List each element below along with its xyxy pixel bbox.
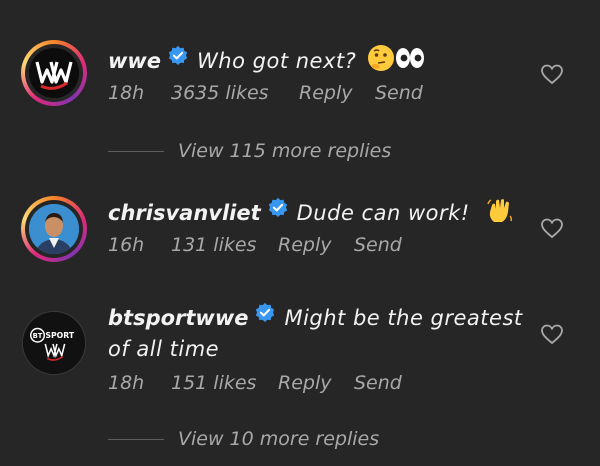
bt-logo-letters: BT xyxy=(33,332,43,340)
heart-icon[interactable] xyxy=(540,323,564,345)
timestamp: 18h xyxy=(108,82,145,104)
divider xyxy=(108,438,164,440)
reply-button[interactable]: Reply xyxy=(278,234,354,256)
comment-text: Dude can work! xyxy=(296,201,470,225)
avatar-wwe[interactable] xyxy=(21,40,87,106)
view-more-replies-button[interactable]: View 115 more replies xyxy=(108,140,391,164)
username[interactable]: chrisvanvliet xyxy=(108,201,261,225)
wwe-logo-icon xyxy=(29,48,79,98)
comment-meta: 18h 151 likes Reply Send xyxy=(108,372,402,394)
heart-icon[interactable] xyxy=(540,63,564,85)
send-button[interactable]: Send xyxy=(354,372,402,394)
verified-badge-icon xyxy=(167,45,189,75)
person-photo-icon xyxy=(29,204,79,254)
comment-meta: 18h 3635 likes Reply Send xyxy=(108,82,423,104)
username[interactable]: btsportwwe xyxy=(108,306,248,330)
eyes-emoji xyxy=(395,47,425,77)
waving-hand-emoji xyxy=(486,196,514,232)
timestamp: 16h xyxy=(108,234,145,256)
reply-button[interactable]: Reply xyxy=(299,82,375,104)
reply-button[interactable]: Reply xyxy=(278,372,354,394)
likes-count[interactable]: 131 likes xyxy=(171,234,278,256)
timestamp: 18h xyxy=(108,372,145,394)
heart-icon[interactable] xyxy=(540,217,564,239)
username[interactable]: wwe xyxy=(108,49,161,73)
sport-logo-letters: SPORT xyxy=(45,331,74,340)
view-more-replies-button[interactable]: View 10 more replies xyxy=(108,428,379,452)
bt-sport-logo-icon: BT SPORT xyxy=(23,312,85,374)
thinking-face-emoji xyxy=(367,44,395,80)
comment-text: Who got next? xyxy=(197,49,357,73)
comment-meta: 16h 131 likes Reply Send xyxy=(108,234,402,256)
comment-text: Might be the greatest xyxy=(284,306,523,330)
likes-count[interactable]: 151 likes xyxy=(171,372,278,394)
divider xyxy=(108,150,164,152)
comments-thread: wwe Who got next? 18h 3635 likes Reply Send… xyxy=(0,0,600,466)
avatar-btsportwwe[interactable]: BT SPORT xyxy=(22,311,86,375)
avatar-chrisvanvliet[interactable] xyxy=(21,196,87,262)
send-button[interactable]: Send xyxy=(354,234,402,256)
verified-badge-icon xyxy=(254,302,276,332)
verified-badge-icon xyxy=(267,197,289,227)
send-button[interactable]: Send xyxy=(375,82,423,104)
likes-count[interactable]: 3635 likes xyxy=(171,82,299,104)
comment-text-continued: of all time xyxy=(108,337,220,361)
